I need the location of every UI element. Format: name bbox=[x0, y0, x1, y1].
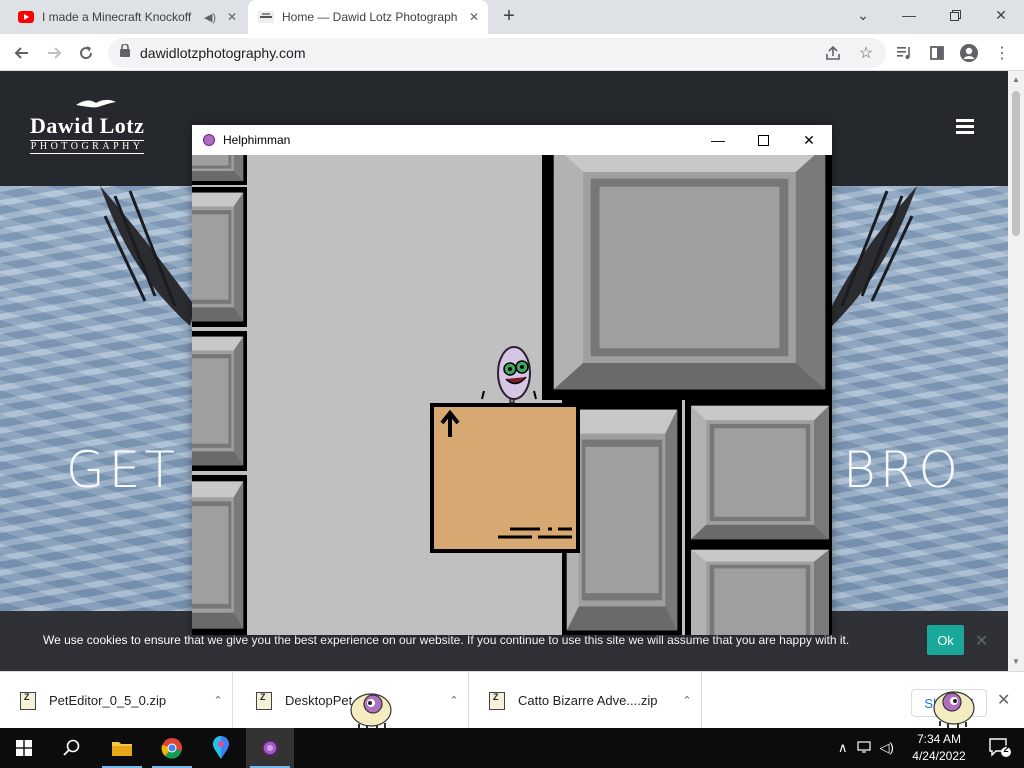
chrome-icon[interactable] bbox=[148, 728, 196, 768]
cookie-message: We use cookies to ensure that we give yo… bbox=[43, 633, 850, 647]
download-bar: PetEditor_0_5_0.zip ⌃ DesktopPet. ⌃ Catt… bbox=[0, 671, 1024, 729]
start-windows-icon[interactable] bbox=[0, 728, 48, 768]
download-filename: PetEditor_0_5_0.zip bbox=[49, 693, 167, 708]
hamburger-menu-icon[interactable] bbox=[956, 119, 974, 134]
bookmark-star-icon[interactable]: ☆ bbox=[853, 40, 879, 66]
game-maximize-button[interactable] bbox=[740, 125, 786, 155]
tray-chevron-up-icon[interactable]: ∧ bbox=[838, 740, 848, 756]
side-panel-icon[interactable] bbox=[924, 40, 950, 66]
profile-avatar-icon[interactable] bbox=[956, 40, 982, 66]
search-icon[interactable] bbox=[48, 728, 96, 768]
game-close-button[interactable]: ✕ bbox=[786, 125, 832, 155]
restore-button[interactable] bbox=[932, 0, 978, 30]
tab-search-icon[interactable]: ⌄ bbox=[840, 0, 886, 30]
windows-taskbar: ∧ ◁) 7:34 AM 4/24/2022 2 bbox=[0, 728, 1024, 768]
download-item[interactable]: Catto Bizarre Adve....zip ⌃ bbox=[469, 672, 702, 729]
clock-time: 7:34 AM bbox=[916, 732, 962, 746]
close-tab-icon[interactable]: ✕ bbox=[466, 9, 482, 25]
game-window: Helphimman — ✕ bbox=[192, 125, 832, 635]
chevron-up-icon[interactable]: ⌃ bbox=[673, 694, 701, 707]
helphimman-taskbar-icon[interactable] bbox=[246, 728, 294, 768]
forward-arrow-icon[interactable] bbox=[41, 40, 67, 66]
game-minimize-button[interactable]: — bbox=[695, 125, 741, 155]
hero-text-left: GET bbox=[66, 441, 179, 499]
tab-strip: I made a Minecraft Knockoff ◀) ✕ Home — … bbox=[0, 0, 1024, 34]
logo-name: Dawid Lotz bbox=[30, 113, 145, 138]
browser-toolbar: dawidlotzphotography.com ☆ ⋮ bbox=[0, 34, 1024, 71]
logo-subtitle: PHOTOGRAPHY bbox=[30, 140, 145, 154]
cookie-ok-button[interactable]: Ok bbox=[927, 625, 964, 655]
crate-box bbox=[430, 403, 580, 553]
download-bar-close-icon[interactable]: ✕ bbox=[997, 690, 1010, 710]
reload-icon[interactable] bbox=[73, 40, 99, 66]
file-explorer-icon[interactable] bbox=[98, 728, 146, 768]
download-item[interactable]: PetEditor_0_5_0.zip ⌃ bbox=[0, 672, 233, 729]
close-window-button[interactable]: ✕ bbox=[978, 0, 1024, 30]
address-bar[interactable]: dawidlotzphotography.com bbox=[108, 38, 886, 68]
taskbar-clock[interactable]: 7:34 AM 4/24/2022 bbox=[910, 731, 968, 765]
lock-icon[interactable] bbox=[120, 43, 130, 62]
zip-file-icon bbox=[489, 691, 505, 710]
maps-pin-icon[interactable] bbox=[197, 728, 245, 768]
scroll-down-icon[interactable]: ▼ bbox=[1012, 657, 1020, 666]
site-favicon-icon bbox=[258, 9, 274, 25]
scrollbar-thumb[interactable] bbox=[1012, 91, 1020, 236]
share-icon[interactable] bbox=[820, 40, 846, 66]
chevron-up-icon[interactable]: ⌃ bbox=[204, 694, 232, 707]
speaker-icon[interactable]: ◀) bbox=[202, 9, 218, 25]
bird-wing-right-icon bbox=[832, 186, 917, 326]
notification-count: 2 bbox=[1003, 744, 1009, 754]
back-arrow-icon[interactable] bbox=[9, 40, 35, 66]
close-tab-icon[interactable]: ✕ bbox=[224, 9, 240, 25]
menu-kebab-icon[interactable]: ⋮ bbox=[989, 40, 1015, 66]
system-tray: ∧ ◁) bbox=[838, 728, 894, 768]
right-wall-blocks bbox=[542, 155, 832, 635]
chevron-up-icon[interactable]: ⌃ bbox=[440, 694, 468, 707]
media-control-icon[interactable] bbox=[892, 40, 918, 66]
notifications-icon[interactable]: 2 bbox=[976, 728, 1024, 768]
game-canvas[interactable] bbox=[192, 155, 832, 635]
scroll-up-icon[interactable]: ▲ bbox=[1012, 75, 1020, 84]
left-wall-blocks bbox=[192, 155, 247, 635]
hero-text-right: BRO bbox=[843, 441, 962, 499]
minimize-button[interactable]: — bbox=[886, 0, 932, 30]
game-app-icon bbox=[203, 134, 215, 146]
eagle-logo-icon bbox=[76, 99, 116, 108]
clock-date: 4/24/2022 bbox=[912, 749, 966, 763]
tab-minecraft-video[interactable]: I made a Minecraft Knockoff ◀) ✕ bbox=[8, 0, 246, 34]
zip-file-icon bbox=[20, 691, 36, 710]
cookie-close-icon[interactable]: ✕ bbox=[975, 631, 988, 651]
volume-icon[interactable]: ◁) bbox=[880, 740, 894, 756]
zip-file-icon bbox=[256, 691, 272, 710]
game-window-title: Helphimman bbox=[223, 133, 291, 147]
site-logo[interactable]: Dawid Lotz PHOTOGRAPHY bbox=[30, 97, 145, 154]
new-tab-button[interactable]: + bbox=[498, 6, 520, 28]
game-titlebar[interactable]: Helphimman — ✕ bbox=[192, 125, 832, 155]
tab-title: Home — Dawid Lotz Photograph bbox=[282, 10, 458, 24]
bird-wing-left-icon bbox=[100, 186, 195, 326]
tab-dawid-lotz[interactable]: Home — Dawid Lotz Photograph ✕ bbox=[248, 0, 488, 34]
network-icon[interactable] bbox=[856, 740, 872, 757]
desktop-pet-sheep-icon[interactable] bbox=[345, 688, 393, 730]
youtube-icon bbox=[18, 9, 34, 25]
page-scrollbar[interactable]: ▲ ▼ bbox=[1008, 71, 1024, 671]
tab-title: I made a Minecraft Knockoff bbox=[42, 10, 192, 24]
download-filename: Catto Bizarre Adve....zip bbox=[518, 693, 658, 708]
url-text: dawidlotzphotography.com bbox=[140, 45, 306, 61]
desktop-pet-sheep-icon[interactable] bbox=[930, 686, 978, 728]
